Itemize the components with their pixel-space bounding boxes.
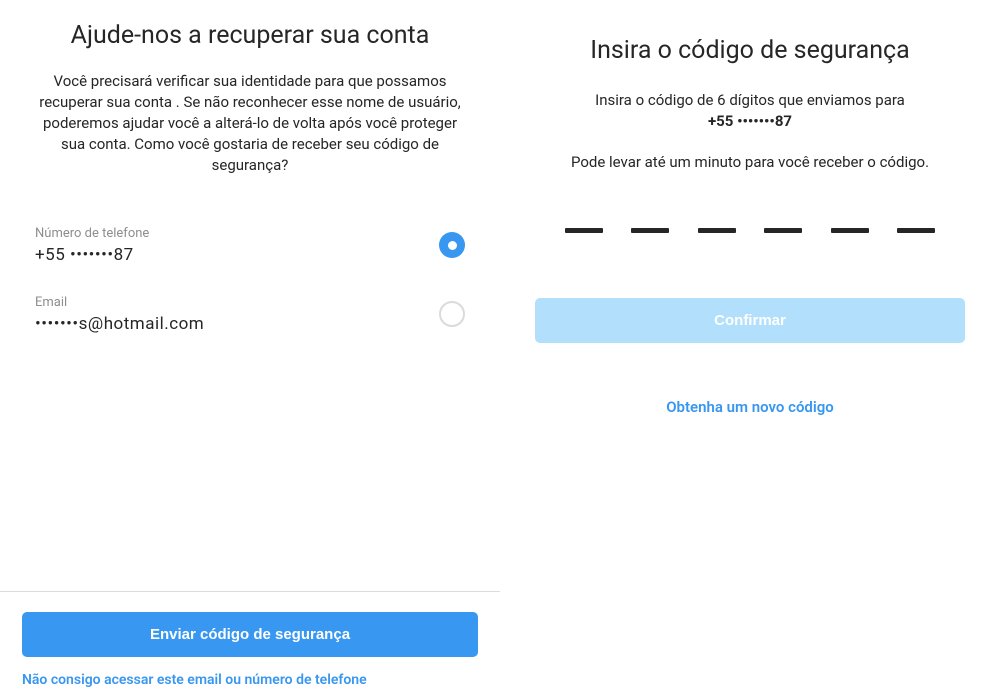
code-slot-6[interactable] xyxy=(897,228,935,233)
recovery-method-panel: Ajude-nos a recuperar sua conta Você pre… xyxy=(0,0,500,700)
code-slot-1[interactable] xyxy=(565,228,603,233)
enter-code-subdesc2: Pode levar até um minuto para você receb… xyxy=(535,152,965,173)
bottom-actions: Enviar código de segurança Não consigo a… xyxy=(0,591,500,700)
cant-access-link[interactable]: Não consigo acessar este email ou número… xyxy=(22,671,478,690)
email-radio-unselected[interactable] xyxy=(439,301,465,327)
subdesc-phone: +55 •••••••87 xyxy=(708,112,792,130)
confirm-button[interactable]: Confirmar xyxy=(535,298,965,343)
enter-code-panel: Insira o código de segurança Insira o có… xyxy=(500,0,1000,700)
get-new-code-link[interactable]: Obtenha um novo código xyxy=(535,398,965,416)
email-option-label: Email xyxy=(35,295,204,310)
enter-code-title: Insira o código de segurança xyxy=(535,35,965,68)
email-option-row[interactable]: Email •••••••s@hotmail.com xyxy=(35,285,465,354)
code-slot-5[interactable] xyxy=(831,228,869,233)
code-slot-2[interactable] xyxy=(631,228,669,233)
recovery-title: Ajude-nos a recuperar sua conta xyxy=(35,20,465,53)
send-code-button[interactable]: Enviar código de segurança xyxy=(22,612,478,657)
code-input-group[interactable] xyxy=(535,228,965,233)
phone-option-label: Número de telefone xyxy=(35,226,149,241)
email-option-value: •••••••s@hotmail.com xyxy=(35,314,204,334)
recovery-description: Você precisará verificar sua identidade … xyxy=(35,71,465,176)
code-slot-4[interactable] xyxy=(764,228,802,233)
phone-option-row[interactable]: Número de telefone +55 •••••••87 xyxy=(35,216,465,285)
phone-radio-selected[interactable] xyxy=(439,232,465,258)
code-slot-3[interactable] xyxy=(698,228,736,233)
enter-code-subdesc: Insira o código de 6 dígitos que enviamo… xyxy=(535,90,965,132)
subdesc-prefix: Insira o código de 6 dígitos que enviamo… xyxy=(595,91,905,109)
phone-option-text: Número de telefone +55 •••••••87 xyxy=(35,226,149,265)
email-option-text: Email •••••••s@hotmail.com xyxy=(35,295,204,334)
phone-option-value: +55 •••••••87 xyxy=(35,245,149,265)
